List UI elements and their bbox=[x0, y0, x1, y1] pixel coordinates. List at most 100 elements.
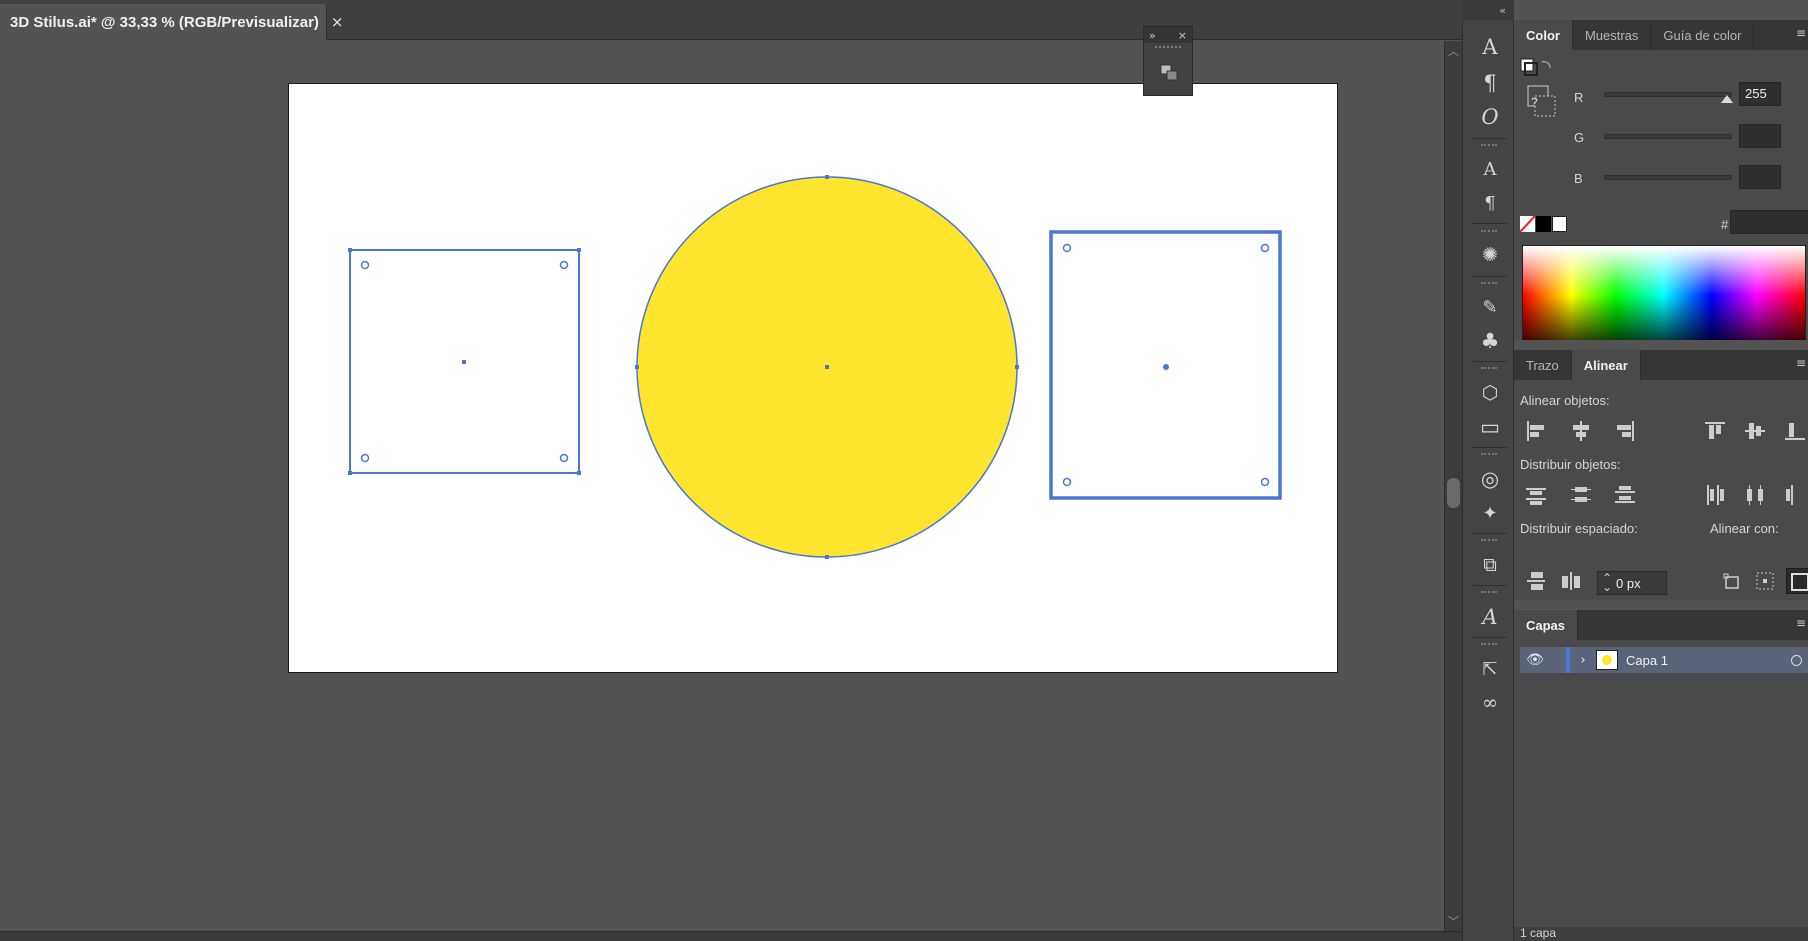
tab-muestras[interactable]: Muestras bbox=[1573, 20, 1652, 50]
panel-dock: A ¶ O A ¶ ✺ ✎ ♣ ⬡ ▭ ◎ ✦ ⧉ A ⇱ ∞ bbox=[1462, 20, 1514, 941]
floating-panel-header: » × bbox=[1144, 27, 1192, 43]
square-right[interactable] bbox=[1049, 230, 1282, 500]
distribute-hcenter-button[interactable] bbox=[1742, 482, 1768, 508]
b-value-field[interactable] bbox=[1739, 165, 1781, 189]
distribute-vcenter-button[interactable] bbox=[1568, 482, 1594, 508]
dock-separator bbox=[1471, 361, 1507, 362]
align-to-artboard-button[interactable] bbox=[1719, 568, 1745, 594]
drag-grip[interactable] bbox=[1155, 46, 1181, 54]
panel-menu-icon[interactable]: ≡ bbox=[1796, 616, 1806, 630]
opentype-icon[interactable]: O bbox=[1477, 104, 1503, 130]
align-to-key-object-button[interactable] bbox=[1786, 568, 1808, 594]
close-icon[interactable]: × bbox=[331, 13, 344, 31]
paragraph-styles-icon[interactable]: ¶ bbox=[1477, 190, 1503, 216]
symbols-icon[interactable]: ✺ bbox=[1477, 242, 1503, 268]
color-spectrum[interactable] bbox=[1522, 245, 1806, 340]
dock-grip[interactable] bbox=[1481, 453, 1497, 455]
dock-grip[interactable] bbox=[1481, 591, 1497, 593]
expand-icon[interactable]: » bbox=[1149, 29, 1156, 42]
spacing-input[interactable]: ⌃ ⌄ 0 px bbox=[1597, 571, 1667, 595]
scrollbar-thumb[interactable] bbox=[1447, 478, 1460, 508]
align-top-button[interactable] bbox=[1702, 418, 1728, 444]
distribute-hspace-button[interactable] bbox=[1558, 568, 1584, 594]
chevron-up-icon[interactable]: ︿ bbox=[1448, 43, 1459, 59]
g-slider[interactable] bbox=[1604, 134, 1732, 139]
dock-grip[interactable] bbox=[1481, 144, 1497, 146]
r-value-field[interactable]: 255 bbox=[1739, 82, 1781, 106]
distribute-right-button[interactable] bbox=[1782, 482, 1808, 508]
layers-panel-tabs: Capas bbox=[1514, 610, 1808, 640]
b-slider[interactable] bbox=[1604, 175, 1732, 180]
transform-icon[interactable]: ⧉ bbox=[1477, 552, 1503, 578]
glyphs-icon[interactable]: A bbox=[1477, 156, 1503, 182]
panel-menu-icon[interactable]: ≡ bbox=[1796, 356, 1806, 370]
distribute-top-button[interactable] bbox=[1523, 482, 1549, 508]
floating-panel[interactable]: » × bbox=[1143, 26, 1193, 96]
align-hcenter-button[interactable] bbox=[1568, 418, 1594, 444]
tab-guia-de-color[interactable]: Guía de color bbox=[1651, 20, 1755, 50]
distribute-left-button[interactable] bbox=[1702, 482, 1728, 508]
character-icon[interactable]: A bbox=[1477, 34, 1503, 60]
distribute-vspace-button[interactable] bbox=[1523, 568, 1549, 594]
club-icon[interactable]: ♣ bbox=[1477, 328, 1503, 354]
dock-separator bbox=[1471, 276, 1507, 277]
r-slider-thumb[interactable] bbox=[1721, 95, 1734, 103]
white-swatch[interactable] bbox=[1552, 216, 1567, 232]
align-bottom-button[interactable] bbox=[1782, 418, 1808, 444]
align-to-selection-button[interactable] bbox=[1752, 568, 1778, 594]
paragraph-icon[interactable]: ¶ bbox=[1477, 70, 1503, 96]
distribute-bottom-button[interactable] bbox=[1612, 482, 1638, 508]
b-label: B bbox=[1574, 171, 1583, 186]
layer-row[interactable]: 👁 › Capa 1 bbox=[1520, 647, 1808, 673]
chevron-down-icon[interactable]: ﹀ bbox=[1448, 913, 1459, 929]
magic-wand-icon[interactable]: ✦ bbox=[1477, 500, 1503, 526]
dock-grip[interactable] bbox=[1481, 643, 1497, 645]
target-icon[interactable] bbox=[1791, 654, 1802, 666]
layer-name: Capa 1 bbox=[1626, 652, 1668, 668]
hex-field[interactable] bbox=[1730, 210, 1808, 234]
eye-icon[interactable]: 👁 bbox=[1520, 652, 1550, 668]
dock-grip[interactable] bbox=[1481, 539, 1497, 541]
dock-grip[interactable] bbox=[1481, 230, 1497, 232]
dock-separator bbox=[1471, 138, 1507, 139]
tab-trazo[interactable]: Trazo bbox=[1514, 350, 1572, 380]
canvas-area[interactable] bbox=[0, 41, 1444, 931]
align-left-button[interactable] bbox=[1523, 418, 1549, 444]
arrange-icon[interactable] bbox=[1159, 63, 1179, 83]
none-swatch-icon[interactable] bbox=[1520, 216, 1535, 232]
dock-separator bbox=[1471, 223, 1507, 224]
links-icon[interactable]: ∞ bbox=[1477, 690, 1503, 716]
g-label: G bbox=[1574, 130, 1585, 145]
gradient-icon[interactable]: ▭ bbox=[1477, 414, 1503, 440]
document-tab-bar: 3D Stilus.ai* @ 33,33 % (RGB/Previsualiz… bbox=[0, 0, 1462, 40]
tab-color[interactable]: Color bbox=[1514, 20, 1573, 50]
align-vcenter-button[interactable] bbox=[1742, 418, 1768, 444]
tab-alinear[interactable]: Alinear bbox=[1571, 350, 1641, 380]
vertical-scrollbar[interactable]: ︿ ﹀ bbox=[1444, 41, 1462, 931]
dock-header: « bbox=[1462, 0, 1514, 20]
yellow-circle[interactable] bbox=[635, 175, 1019, 559]
tab-capas[interactable]: Capas bbox=[1514, 610, 1579, 640]
panel-menu-icon[interactable]: ≡ bbox=[1796, 26, 1806, 40]
r-label: R bbox=[1574, 90, 1584, 105]
collapse-icon[interactable]: « bbox=[1499, 4, 1506, 17]
document-tab[interactable]: 3D Stilus.ai* @ 33,33 % (RGB/Previsualiz… bbox=[0, 4, 344, 40]
square-left[interactable] bbox=[348, 248, 581, 475]
r-slider[interactable] bbox=[1604, 92, 1734, 103]
brushes-icon[interactable]: ✎ bbox=[1477, 294, 1503, 320]
align-right-button[interactable] bbox=[1612, 418, 1638, 444]
stepper-icon[interactable]: ⌃ ⌄ bbox=[1598, 572, 1616, 593]
3d-icon[interactable]: ⬡ bbox=[1477, 380, 1503, 406]
artboard[interactable] bbox=[288, 83, 1338, 673]
fill-stroke-icon[interactable] bbox=[1520, 58, 1560, 118]
char-styles-icon[interactable]: A bbox=[1477, 604, 1503, 630]
transparency-icon[interactable]: ◎ bbox=[1477, 466, 1503, 492]
align-panel-tabs: Trazo Alinear bbox=[1514, 350, 1808, 380]
export-icon[interactable]: ⇱ bbox=[1477, 656, 1503, 682]
chevron-right-icon[interactable]: › bbox=[1570, 653, 1596, 668]
dock-grip[interactable] bbox=[1481, 367, 1497, 369]
g-value-field[interactable] bbox=[1739, 124, 1781, 148]
dock-grip[interactable] bbox=[1481, 282, 1497, 284]
black-swatch[interactable] bbox=[1536, 216, 1551, 232]
close-icon[interactable]: × bbox=[1178, 29, 1187, 42]
